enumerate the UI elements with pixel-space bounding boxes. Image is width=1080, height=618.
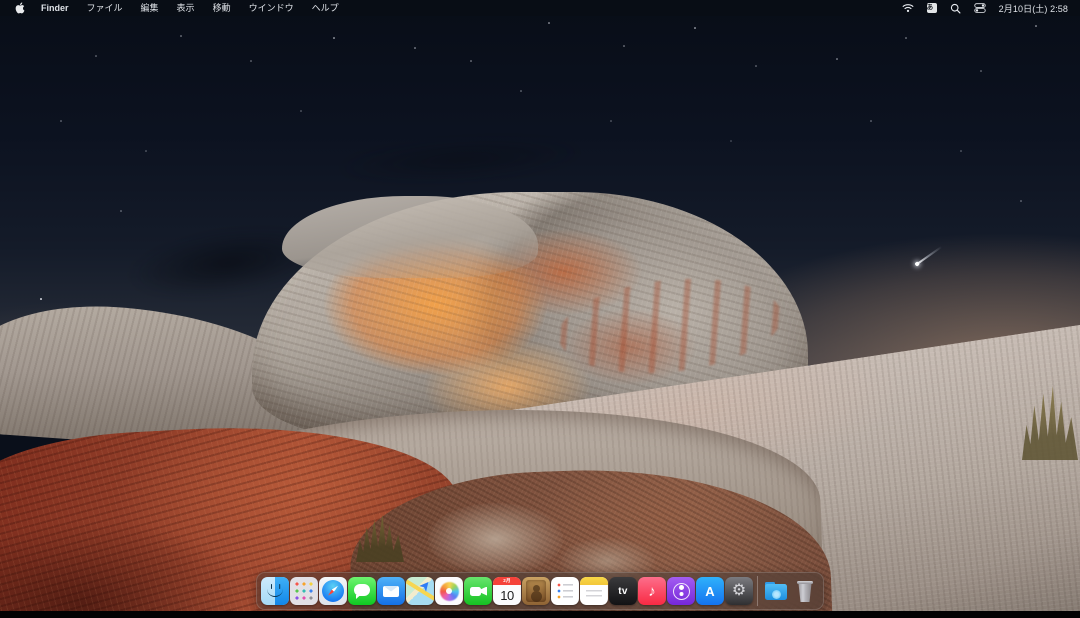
menu-go[interactable]: 移動 xyxy=(204,0,240,16)
spotlight-search-icon[interactable] xyxy=(950,3,961,14)
menubar-clock[interactable]: 2月10日(土) 2:58 xyxy=(999,2,1068,15)
dock-item-music[interactable]: ♪ xyxy=(638,577,666,605)
app-store-a-icon: A xyxy=(705,584,714,599)
dock-item-messages[interactable] xyxy=(348,577,376,605)
dock-item-podcasts[interactable] xyxy=(667,577,695,605)
menu-edit[interactable]: 編集 xyxy=(132,0,168,16)
dock-item-facetime[interactable] xyxy=(464,577,492,605)
dock-item-trash[interactable] xyxy=(791,577,819,605)
ime-input-icon[interactable]: あ xyxy=(927,3,937,13)
dock-item-safari[interactable] xyxy=(319,577,347,605)
pale-rock-patch xyxy=(428,503,563,575)
black-letterbox-bar xyxy=(0,611,1080,618)
menu-view[interactable]: 表示 xyxy=(168,0,204,16)
dock-item-launchpad[interactable] xyxy=(290,577,318,605)
apple-menu[interactable] xyxy=(8,2,32,14)
dock-divider xyxy=(757,576,758,606)
menu-help[interactable]: ヘルプ xyxy=(303,0,348,16)
menu-file[interactable]: ファイル xyxy=(78,0,132,16)
finder-face-icon xyxy=(271,584,273,589)
wallpaper xyxy=(0,0,1080,618)
calendar-day-number: 10 xyxy=(493,585,521,605)
menu-bar-status: あ 2月10日(土) 2:58 xyxy=(902,2,1080,15)
dock-item-downloads-folder[interactable] xyxy=(762,577,790,605)
dock-item-finder[interactable] xyxy=(261,577,289,605)
dock-item-reminders[interactable] xyxy=(551,577,579,605)
dock-item-contacts[interactable] xyxy=(522,577,550,605)
menu-bar-left: Finder ファイル 編集 表示 移動 ウインドウ ヘルプ xyxy=(0,0,348,16)
app-menu-finder[interactable]: Finder xyxy=(32,0,78,16)
tv-logo: tv xyxy=(618,586,628,597)
trash-icon xyxy=(797,581,813,584)
desktop: Finder ファイル 編集 表示 移動 ウインドウ ヘルプ あ xyxy=(0,0,1080,618)
menu-bar: Finder ファイル 編集 表示 移動 ウインドウ ヘルプ あ xyxy=(0,0,1080,16)
dock-item-photos[interactable] xyxy=(435,577,463,605)
dock-item-calendar[interactable]: 2月 10 xyxy=(493,577,521,605)
dock-item-system-settings[interactable]: ⚙ xyxy=(725,577,753,605)
music-note-icon: ♪ xyxy=(648,584,656,599)
dock-item-maps[interactable] xyxy=(406,577,434,605)
apple-logo-icon xyxy=(15,2,25,14)
dock: 2月 10 tv ♪ A ⚙ xyxy=(256,572,824,610)
dock-item-tv[interactable]: tv xyxy=(609,577,637,605)
dock-item-mail[interactable] xyxy=(377,577,405,605)
calendar-month-band: 2月 xyxy=(493,577,521,585)
dock-item-notes[interactable] xyxy=(580,577,608,605)
control-center-icon[interactable] xyxy=(974,2,986,14)
wifi-icon[interactable] xyxy=(902,3,914,13)
menu-window[interactable]: ウインドウ xyxy=(240,0,303,16)
gear-icon: ⚙ xyxy=(732,583,746,599)
dock-item-app-store[interactable]: A xyxy=(696,577,724,605)
